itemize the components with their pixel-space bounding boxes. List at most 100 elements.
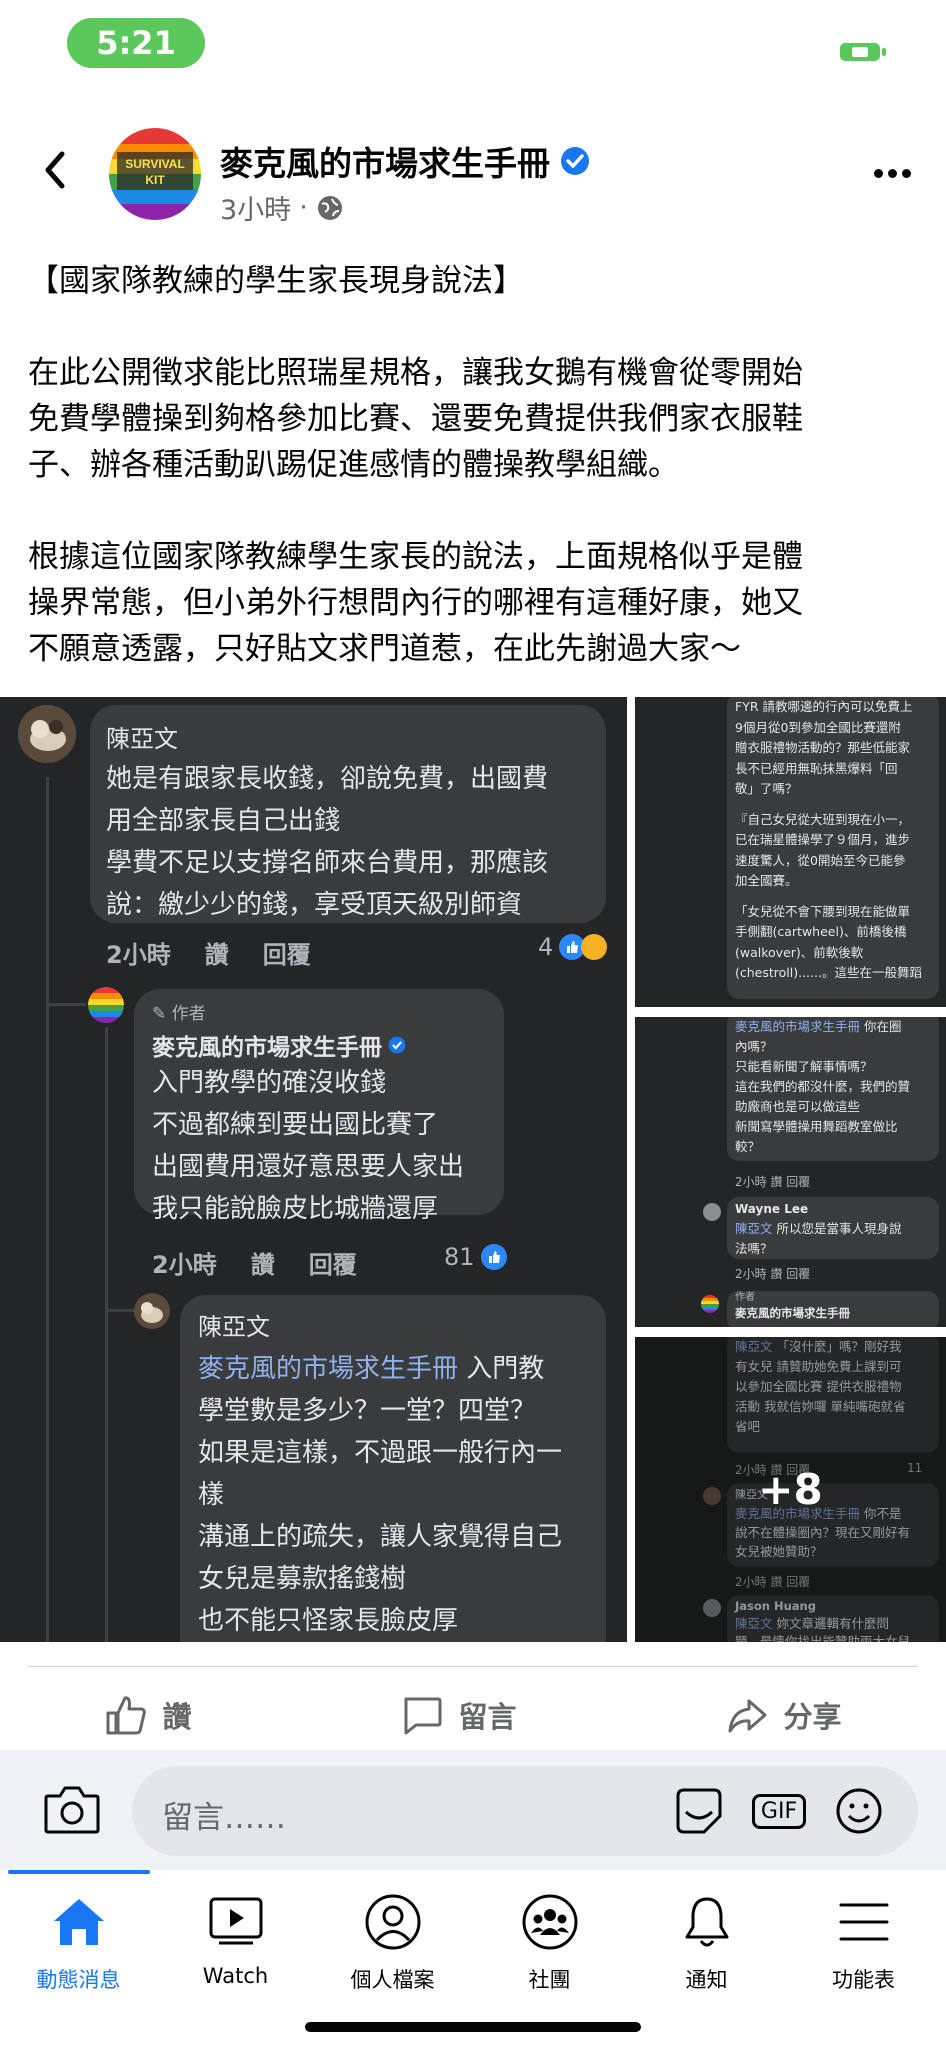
gif-label: GIF <box>751 1793 807 1829</box>
page-avatar[interactable]: SURVIVAL KIT <box>109 128 201 220</box>
side-line: 這在我們的都沒什麼，我們的贊 <box>735 1079 911 1094</box>
image-side-2[interactable]: 麥克風的市場求生手冊 你在圈 內嗎？ 只能看新聞了解事情嗎？ 這在我們的都沒什麼… <box>635 1017 946 1327</box>
side-line: 已在瑞星體操學了９個月，進步 <box>735 832 911 847</box>
divider <box>28 1666 918 1667</box>
share-icon <box>728 1699 767 1733</box>
like-button[interactable]: 讚 <box>104 1693 192 1737</box>
side-line: 只能看新聞了解事情嗎？ <box>735 1059 873 1074</box>
post-meta: 3小時 · <box>220 188 344 227</box>
author-comment-bubble: ✎ 作者 麥克風的市場求生手冊 入門教學的確沒收錢 不過都練到要出國比賽了 出國… <box>134 989 504 1224</box>
page-name-row[interactable]: 麥克風的市場求生手冊 <box>220 137 590 185</box>
commenter-name: 麥克風的市場求生手冊 <box>735 1306 850 1320</box>
comment-line: 說：繳少少的錢，享受頂天級別師資 <box>106 890 523 920</box>
side2-text: 麥克風的市場求生手冊 你在圈 內嗎？ 只能看新聞了解事情嗎？ 這在我們的都沒什麼… <box>735 1017 935 1157</box>
verified-icon <box>561 147 589 175</box>
thumbs-up-icon <box>106 1696 147 1735</box>
more-photos-overlay[interactable]: +8 <box>635 1337 946 1642</box>
menu-icon <box>834 1892 894 1952</box>
reaction-number: 81 <box>444 1243 475 1271</box>
side-line: 所以您是當事人現身說 <box>772 1221 902 1236</box>
commenter-name: 陳亞文 <box>198 1313 270 1341</box>
sticker-icon[interactable] <box>672 1786 726 1836</box>
post-images[interactable]: 陳亞文 她是有跟家長收錢，卻說免費，出國費 用全部家長自己出錢 學費不足以支撐名… <box>0 697 946 1642</box>
comment-bubble: 陳亞文 麥克風的市場求生手冊 入門教 學堂數是多少？一堂？四堂？ 如果是這樣，不… <box>180 1295 606 1642</box>
side-line: 新聞寫學體操用舞蹈教室做比 <box>735 1119 898 1134</box>
side-meta: 2小時 讚 回覆 <box>735 1267 811 1281</box>
tab-label: 功能表 <box>832 1968 895 1992</box>
comment-line: 溝通上的疏失，讓人家覺得自己 <box>198 1522 563 1552</box>
comment-reply: 回覆 <box>262 941 311 969</box>
share-label: 分享 <box>783 1700 842 1734</box>
avatar-text-top: SURVIVAL <box>125 157 185 171</box>
side-line: 內嗎？ <box>735 1039 773 1054</box>
image-main[interactable]: 陳亞文 她是有跟家長收錢，卻說免費，出國費 用全部家長自己出錢 學費不足以支撐名… <box>0 697 627 1642</box>
side-line: 敬」了嗎？ <box>735 781 798 796</box>
battery-icon <box>838 40 888 64</box>
image-side-1[interactable]: FYR 請教哪邊的行內可以免費上 9個月從0到參加全國比賽還附 贈衣服禮物活動的… <box>635 697 946 1007</box>
comment-line: 入門教 <box>458 1354 545 1384</box>
side-line: 手側翻(cartwheel)、前橋後橋 <box>735 924 907 939</box>
camera-icon[interactable] <box>42 1782 102 1838</box>
post-para1-line: 在此公開徵求能比照瑞星規格，讓我女鵝有機會從零開始 <box>28 355 803 391</box>
side-line: 你在圈 <box>860 1019 902 1034</box>
globe-icon <box>317 195 342 220</box>
side-meta: 2小時 讚 回覆 <box>735 1175 811 1189</box>
comment-like: 讚 <box>204 941 229 969</box>
comment-line: 我只能說臉皮比城牆還厚 <box>152 1194 439 1224</box>
haha-reaction-icon <box>581 934 608 960</box>
post-time[interactable]: 3小時 <box>220 188 291 227</box>
tab-notifications[interactable]: 通知 <box>628 1892 785 2012</box>
comment-line: 她是有跟家長收錢，卻說免費，出國費 <box>106 764 549 794</box>
like-reaction-icon <box>480 1244 507 1270</box>
commenter-avatar <box>18 705 76 763</box>
post-para2-line: 根據這位國家隊教練學生家長的說法，上面規格似乎是體 <box>28 539 803 575</box>
comment-composer: 留言…… GIF <box>0 1750 946 1870</box>
page-name[interactable]: 麥克風的市場求生手冊 <box>220 137 550 185</box>
tab-watch[interactable]: Watch <box>157 1892 314 2012</box>
comment-input[interactable]: 留言…… GIF <box>132 1766 918 1856</box>
comment-actions: 2小時 讚 回覆 <box>152 1245 357 1280</box>
tab-label: Watch <box>202 1964 269 1988</box>
share-button[interactable]: 分享 <box>725 1693 842 1737</box>
commenter-avatar <box>134 1293 170 1329</box>
image-side-3-more[interactable]: 陳亞文 「沒什麼」嗎？剛好我 有女兒 請贊助她免費上課到可 以參加全國比賽 提供… <box>635 1337 946 1642</box>
like-label: 讚 <box>162 1700 192 1734</box>
author-tag: 作者 <box>171 1004 206 1024</box>
comment-like: 讚 <box>250 1251 275 1279</box>
mention-link: 陳亞文 <box>735 1221 773 1236</box>
back-button[interactable] <box>30 140 80 200</box>
more-options-button[interactable] <box>870 158 914 188</box>
emoji-icon[interactable] <box>832 1786 886 1836</box>
comment-time: 2小時 <box>106 941 171 969</box>
post-title: 【國家隊教練的學生家長現身說法】 <box>28 263 524 299</box>
comment-button[interactable]: 留言 <box>400 1693 517 1737</box>
side-line: FYR 請教哪邊的行內可以免費上 <box>735 699 913 714</box>
tab-profile[interactable]: 個人檔案 <box>314 1892 471 2012</box>
side-line: 加全國賽。 <box>735 873 798 888</box>
comment-line: 學堂數是多少？一堂？四堂？ <box>198 1396 537 1426</box>
commenter-avatar <box>703 1203 721 1221</box>
side-line: 長不已經用無恥抹黑爆料「回 <box>735 760 898 776</box>
post-para1-line: 免費學體操到夠格參加比賽、還要免費提供我們家衣服鞋 <box>28 401 803 437</box>
comment-line: 不過都練到要出國比賽了 <box>152 1110 439 1140</box>
comment-actions: 2小時 讚 回覆 <box>106 935 311 970</box>
comment-line: 學費不足以支撐名師來台費用，那應該 <box>106 848 549 878</box>
tab-menu[interactable]: 功能表 <box>785 1892 942 2012</box>
profile-icon <box>363 1892 423 1952</box>
status-time: 5:21 <box>67 18 205 68</box>
commenter-name: 陳亞文 <box>106 725 178 753</box>
comment-label: 留言 <box>458 1700 517 1734</box>
side-line: (chestroll)......。這些在一般舞蹈 <box>735 965 922 980</box>
avatar-text-bottom: KIT <box>145 173 165 187</box>
tab-label: 個人檔案 <box>350 1968 435 1992</box>
comment-icon <box>404 1697 442 1735</box>
mention-link: 麥克風的市場求生手冊 <box>198 1354 459 1384</box>
tab-groups[interactable]: 社團 <box>471 1892 628 2012</box>
comment-line: 女兒是募款搖錢樹 <box>198 1564 407 1594</box>
author-avatar <box>701 1295 719 1313</box>
gif-button[interactable]: GIF <box>751 1786 807 1836</box>
post-text: 【國家隊教練的學生家長現身說法】 在此公開徵求能比照瑞星規格，讓我女鵝有機會從零… <box>28 258 928 718</box>
tab-news-feed[interactable]: 動態消息 <box>0 1892 157 2012</box>
author-tag: 作者 <box>735 1292 755 1303</box>
post-para2-line: 不願意透露，只好貼文求門道惹，在此先謝過大家～ <box>28 631 741 667</box>
